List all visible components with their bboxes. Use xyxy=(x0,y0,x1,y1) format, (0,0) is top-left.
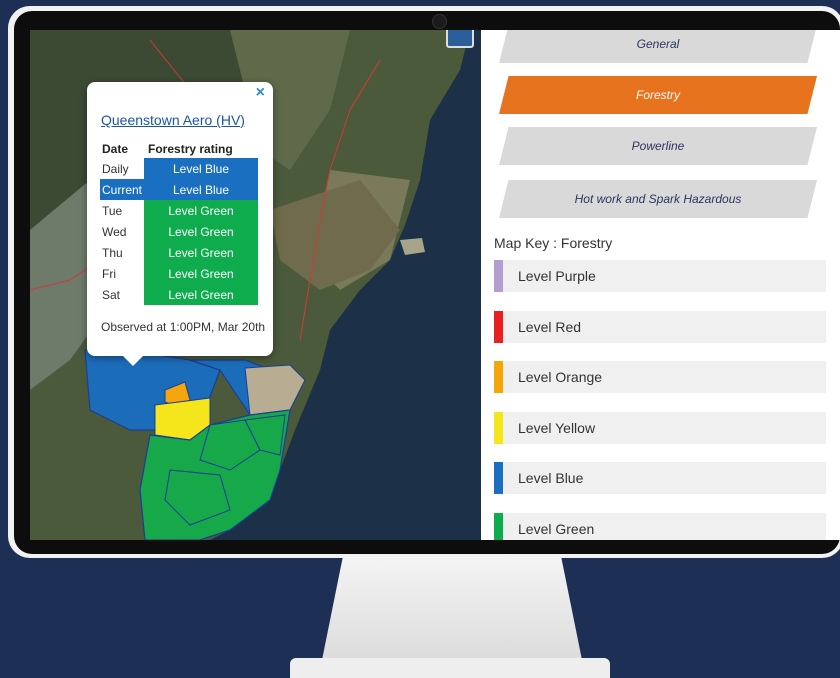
map-key-title: Map Key : Forestry xyxy=(494,235,613,251)
map-key-item: Level Yellow xyxy=(494,411,826,444)
color-swatch xyxy=(494,361,503,393)
table-row: Thu Level Green xyxy=(100,242,259,263)
map-layers-button[interactable] xyxy=(446,30,474,48)
map-key-label: Level Purple xyxy=(518,268,596,284)
map-key-label: Level Red xyxy=(518,318,582,335)
table-row: Fri Level Green xyxy=(100,263,259,284)
station-popup: × Queenstown Aero (HV) Date Forestry rat… xyxy=(87,82,273,366)
rating-table: Date Forestry rating Daily Level Blue Curr… xyxy=(100,140,259,305)
screen: × Queenstown Aero (HV) Date Forestry rat… xyxy=(30,30,840,540)
map-key-item: Level Purple xyxy=(494,260,826,292)
map-key-label: Level Green xyxy=(518,520,595,537)
row-rating: Level Green xyxy=(144,221,259,242)
map-key-item: Level Red xyxy=(494,310,826,343)
row-date: Fri xyxy=(102,266,116,281)
tab-general[interactable]: General xyxy=(499,30,817,63)
camera-icon xyxy=(432,14,447,29)
color-swatch xyxy=(494,512,503,540)
row-rating: Level Green xyxy=(144,284,259,305)
row-date: Current xyxy=(100,179,145,200)
map-key-label: Level Yellow xyxy=(518,419,596,436)
fire-danger-map[interactable]: × Queenstown Aero (HV) Date Forestry rat… xyxy=(30,30,481,540)
row-rating: Level Blue xyxy=(144,179,259,200)
color-swatch xyxy=(494,260,503,292)
map-key-item: Level Green xyxy=(494,512,826,540)
header-rating: Forestry rating xyxy=(148,142,233,156)
table-row: Tue Level Green xyxy=(100,200,259,221)
header-date: Date xyxy=(102,142,129,156)
table-row: Daily Level Blue xyxy=(100,158,259,179)
row-rating: Level Blue xyxy=(144,158,259,179)
tab-hot-work[interactable]: Hot work and Spark Hazardous xyxy=(499,180,817,218)
map-key-label: Level Orange xyxy=(518,369,603,385)
table-row: Wed Level Green xyxy=(100,221,259,242)
observed-time: Observed at 1:00PM, Mar 20th xyxy=(101,320,266,334)
table-row: Sat Level Green xyxy=(100,284,259,305)
row-date: Daily xyxy=(102,161,129,176)
row-date: Sat xyxy=(102,287,121,302)
monitor-stand xyxy=(322,557,582,660)
row-rating: Level Green xyxy=(144,200,259,221)
map-key-item: Level Orange xyxy=(494,361,826,393)
table-row: Current Level Blue xyxy=(100,179,259,200)
tab-powerline[interactable]: Powerline xyxy=(499,127,817,165)
row-rating: Level Green xyxy=(144,263,259,284)
table-header-row: Date Forestry rating xyxy=(100,140,258,158)
station-link[interactable]: Queenstown Aero (HV) xyxy=(101,112,245,128)
map-key-label: Level Blue xyxy=(518,470,584,486)
color-swatch xyxy=(494,462,503,494)
tab-forestry[interactable]: Forestry xyxy=(499,76,817,114)
close-icon[interactable]: × xyxy=(256,84,265,102)
monitor-base xyxy=(290,658,610,678)
color-swatch xyxy=(494,310,503,343)
side-panel: General Forestry Powerline Hot work and … xyxy=(481,30,840,540)
color-swatch xyxy=(494,411,503,444)
row-date: Wed xyxy=(102,224,127,239)
map-key-item: Level Blue xyxy=(494,462,826,494)
row-date: Tue xyxy=(102,203,123,218)
row-rating: Level Green xyxy=(144,242,259,263)
row-date: Thu xyxy=(102,245,123,260)
